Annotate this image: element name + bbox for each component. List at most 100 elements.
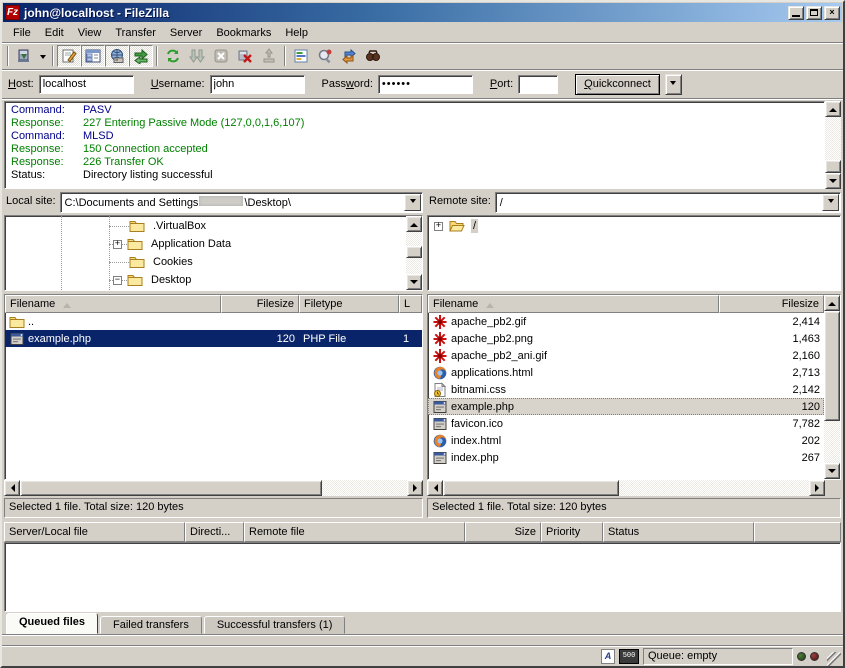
file-row--[interactable]: .. — [5, 313, 422, 330]
minimize-icon — [792, 15, 800, 17]
file-row-applications-html[interactable]: applications.html2,713 — [428, 364, 824, 381]
menu-item-edit[interactable]: Edit — [38, 25, 71, 41]
host-input[interactable] — [39, 75, 134, 94]
local-site-dropdown[interactable] — [404, 194, 421, 211]
scrollbar-thumb[interactable] — [406, 246, 422, 258]
tree-item-cookies[interactable]: Cookies — [5, 253, 406, 271]
scroll-down-button[interactable] — [824, 463, 840, 479]
refresh-button[interactable] — [161, 45, 185, 67]
column-header-filename[interactable]: Filename — [428, 295, 719, 313]
column-header-filesize[interactable]: Filesize — [221, 295, 299, 313]
file-row-example-php[interactable]: example.php120 — [428, 398, 824, 415]
port-input[interactable] — [518, 75, 558, 94]
queue-column-remote-file[interactable]: Remote file — [244, 522, 465, 542]
resize-grip[interactable] — [827, 652, 841, 666]
close-button[interactable]: × — [824, 6, 840, 20]
cancel-button[interactable] — [209, 45, 233, 67]
filesize-cell: 120 — [221, 330, 299, 347]
maximize-button[interactable] — [806, 6, 822, 20]
scroll-right-button[interactable] — [809, 480, 825, 496]
remote-site-combo[interactable]: / — [495, 192, 841, 213]
filetype-cell: PHP File — [299, 330, 399, 347]
disconnect-button[interactable] — [233, 45, 257, 67]
scrollbar-thumb[interactable] — [824, 311, 840, 421]
password-input[interactable] — [378, 75, 473, 94]
tree-item-root[interactable]: +/ — [428, 217, 840, 235]
scrollbar-thumb[interactable] — [825, 160, 841, 173]
image-file-icon — [432, 348, 448, 364]
filter-button[interactable] — [289, 45, 313, 67]
menu-item-view[interactable]: View — [71, 25, 109, 41]
remote-site-dropdown[interactable] — [822, 194, 839, 211]
message-log-scrollbar[interactable] — [825, 101, 841, 189]
file-row-apache_pb2-gif[interactable]: apache_pb2.gif2,414 — [428, 313, 824, 330]
reconnect-button[interactable] — [257, 45, 281, 67]
expand-icon[interactable]: + — [113, 240, 122, 249]
tree-stem — [109, 262, 129, 263]
queue-column-size[interactable]: Size — [465, 522, 541, 542]
tab-failed-transfers[interactable]: Failed transfers — [100, 616, 202, 634]
site-manager-dropdown[interactable] — [36, 45, 49, 67]
quickconnect-button[interactable]: Quickconnect — [575, 74, 660, 95]
remote-list-scrollbar[interactable] — [824, 295, 840, 479]
collapse-icon[interactable]: − — [113, 276, 122, 285]
menu-item-server[interactable]: Server — [163, 25, 209, 41]
log-line: Command:MLSD — [11, 130, 824, 143]
quickconnect-dropdown[interactable] — [665, 74, 682, 95]
local-tree-scrollbar[interactable] — [406, 216, 422, 290]
file-row-favicon-ico[interactable]: favicon.ico7,782 — [428, 415, 824, 432]
expand-icon[interactable]: + — [434, 222, 443, 231]
username-input[interactable] — [210, 75, 305, 94]
tree-item-application-data[interactable]: +Application Data — [5, 235, 406, 253]
queue-column-status[interactable]: Status — [603, 522, 754, 542]
scroll-left-button[interactable] — [427, 480, 443, 496]
queue-column-server-local-file[interactable]: Server/Local file — [4, 522, 185, 542]
filesize-cell: 267 — [719, 449, 824, 466]
column-header-filesize[interactable]: Filesize — [719, 295, 824, 313]
file-row-example-php[interactable]: example.php120PHP File1 — [5, 330, 422, 347]
scroll-down-button[interactable] — [406, 274, 422, 290]
toggle-remote-tree-button[interactable] — [105, 45, 129, 67]
scrollbar-thumb[interactable] — [20, 480, 322, 496]
minimize-button[interactable] — [788, 6, 804, 20]
file-row-bitnami-css[interactable]: bitnami.css2,142 — [428, 381, 824, 398]
menu-item-bookmarks[interactable]: Bookmarks — [209, 25, 278, 41]
toggle-local-tree-button[interactable] — [81, 45, 105, 67]
menu-item-file[interactable]: File — [6, 25, 38, 41]
tree-item--virtualbox[interactable]: .VirtualBox — [5, 217, 406, 235]
scroll-left-button[interactable] — [4, 480, 20, 496]
local-list-hscrollbar[interactable] — [4, 480, 423, 496]
filesize-cell: 7,782 — [719, 415, 824, 432]
file-row-apache_pb2_ani-gif[interactable]: apache_pb2_ani.gif2,160 — [428, 347, 824, 364]
synchronized-browsing-button[interactable] — [337, 45, 361, 67]
site-manager-button[interactable] — [12, 45, 36, 67]
file-row-index-html[interactable]: index.html202 — [428, 432, 824, 449]
tab-successful-transfers-1-[interactable]: Successful transfers (1) — [204, 616, 346, 634]
file-row-index-php[interactable]: index.php267 — [428, 449, 824, 466]
menu-item-transfer[interactable]: Transfer — [108, 25, 163, 41]
file-row-apache_pb2-png[interactable]: apache_pb2.png1,463 — [428, 330, 824, 347]
scroll-up-button[interactable] — [825, 101, 841, 117]
tree-item-desktop[interactable]: −Desktop — [5, 271, 406, 289]
scroll-down-button[interactable] — [825, 173, 841, 189]
column-header-filename[interactable]: Filename — [5, 295, 221, 313]
local-site-combo[interactable]: C:\Documents and Settings\Desktop\ — [60, 192, 423, 213]
queue-column-directi-[interactable]: Directi... — [185, 522, 244, 542]
tab-queued-files[interactable]: Queued files — [6, 613, 98, 634]
column-header-filetype[interactable]: Filetype — [299, 295, 399, 313]
directory-comparison-button[interactable] — [313, 45, 337, 67]
menu-item-help[interactable]: Help — [278, 25, 315, 41]
scroll-right-button[interactable] — [407, 480, 423, 496]
toggle-message-log-button[interactable] — [57, 45, 81, 67]
find-files-button[interactable] — [361, 45, 385, 67]
scrollbar-thumb[interactable] — [443, 480, 619, 496]
scroll-up-button[interactable] — [824, 295, 840, 311]
queue-column-priority[interactable]: Priority — [541, 522, 603, 542]
toggle-transfer-queue-button[interactable] — [129, 45, 153, 67]
process-queue-button[interactable] — [185, 45, 209, 67]
remote-list-hscrollbar[interactable] — [427, 480, 841, 496]
transfer-type-icon[interactable]: A — [601, 649, 615, 664]
scroll-up-button[interactable] — [406, 216, 422, 232]
column-header-l[interactable]: L — [399, 295, 422, 313]
speed-limits-icon[interactable]: 500 — [619, 649, 639, 664]
